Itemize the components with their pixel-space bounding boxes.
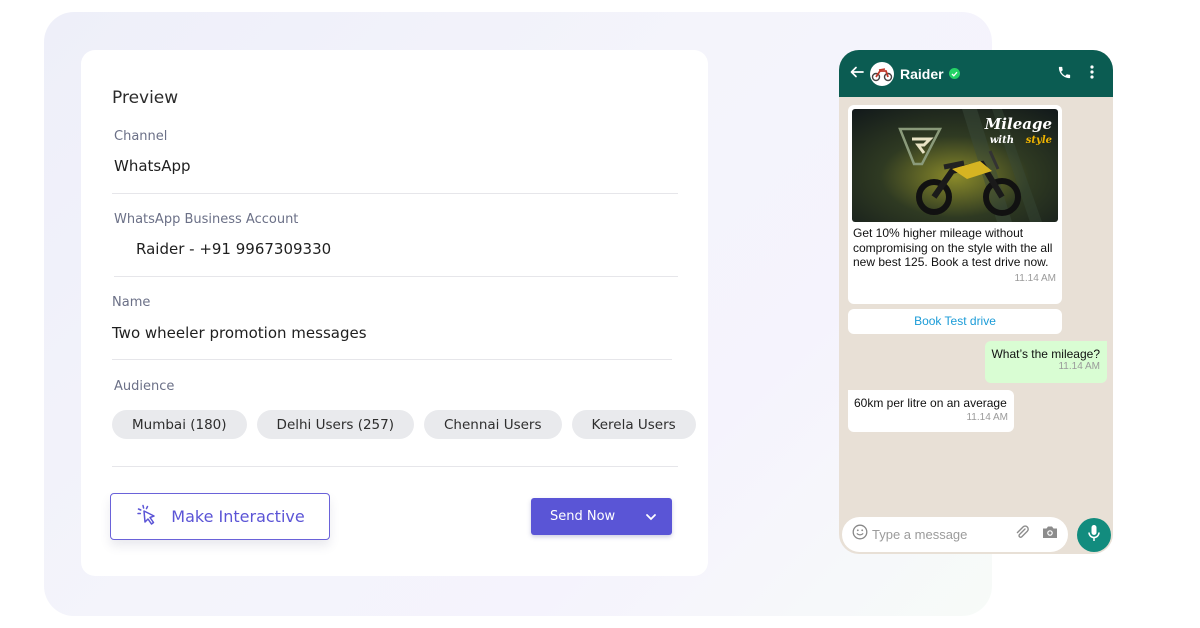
whatsapp-phone-preview: Raider Mileage with style Get 10% higher… [839, 50, 1113, 554]
divider [112, 359, 672, 360]
channel-value: WhatsApp [114, 157, 191, 175]
send-now-label: Send Now [550, 509, 616, 524]
audience-chips: Mumbai (180) Delhi Users (257) Chennai U… [112, 410, 696, 439]
message-time: 11.14 AM [1058, 361, 1100, 372]
preview-card: Preview Channel WhatsApp WhatsApp Busine… [81, 50, 708, 576]
make-interactive-button[interactable]: Make Interactive [110, 493, 330, 540]
promo-subline-accent: style [1026, 135, 1052, 146]
message-time: 11.14 AM [966, 411, 1008, 423]
channel-label: Channel [114, 129, 168, 144]
business-account-label: WhatsApp Business Account [114, 212, 299, 227]
business-account-value: Raider - +91 9967309330 [136, 240, 332, 258]
emoji-icon[interactable] [852, 524, 868, 545]
microphone-button[interactable] [1077, 518, 1111, 552]
attachment-icon[interactable] [1014, 524, 1030, 545]
promo-message-bubble: Mileage with style Get 10% higher mileag… [848, 105, 1062, 304]
outgoing-message-bubble: What’s the mileage? 11.14 AM [985, 341, 1107, 383]
message-input[interactable] [872, 527, 997, 542]
audience-chip[interactable]: Chennai Users [424, 410, 562, 439]
audience-chip[interactable]: Delhi Users (257) [256, 410, 414, 439]
message-time: 11.14 AM [1014, 272, 1056, 284]
make-interactive-label: Make Interactive [171, 507, 305, 526]
avatar[interactable] [870, 61, 894, 86]
send-now-button[interactable]: Send Now [531, 498, 672, 535]
divider [112, 466, 678, 467]
audience-label: Audience [114, 379, 175, 394]
chat-header: Raider [839, 50, 1113, 97]
promo-text: Get 10% higher mileage without compromis… [853, 226, 1053, 269]
reply-message-bubble: 60km per litre on an average 11.14 AM [848, 390, 1014, 432]
verified-badge-icon [948, 68, 960, 79]
promo-image: Mileage with style [852, 109, 1058, 222]
more-options-icon[interactable] [1090, 64, 1094, 85]
audience-chip[interactable]: Mumbai (180) [112, 410, 247, 439]
audience-chip[interactable]: Kerela Users [571, 410, 696, 439]
cursor-click-icon [135, 503, 159, 531]
divider [112, 193, 678, 194]
outgoing-text: What’s the mileage? [991, 347, 1100, 361]
microphone-icon [1088, 524, 1100, 547]
promo-subline-prefix: with [990, 135, 1014, 146]
camera-icon[interactable] [1042, 525, 1058, 544]
chevron-down-icon[interactable] [630, 498, 672, 535]
name-label: Name [112, 295, 151, 310]
back-arrow-icon[interactable] [850, 65, 868, 83]
name-value: Two wheeler promotion messages [112, 324, 367, 342]
promo-headline: Mileage [984, 115, 1052, 133]
preview-title: Preview [112, 88, 179, 108]
message-input-bar [842, 517, 1068, 552]
book-test-drive-button[interactable]: Book Test drive [848, 309, 1062, 334]
reply-text: 60km per litre on an average [854, 396, 1007, 410]
contact-name: Raider [900, 65, 944, 82]
divider [114, 276, 678, 277]
phone-call-icon[interactable] [1057, 65, 1072, 85]
